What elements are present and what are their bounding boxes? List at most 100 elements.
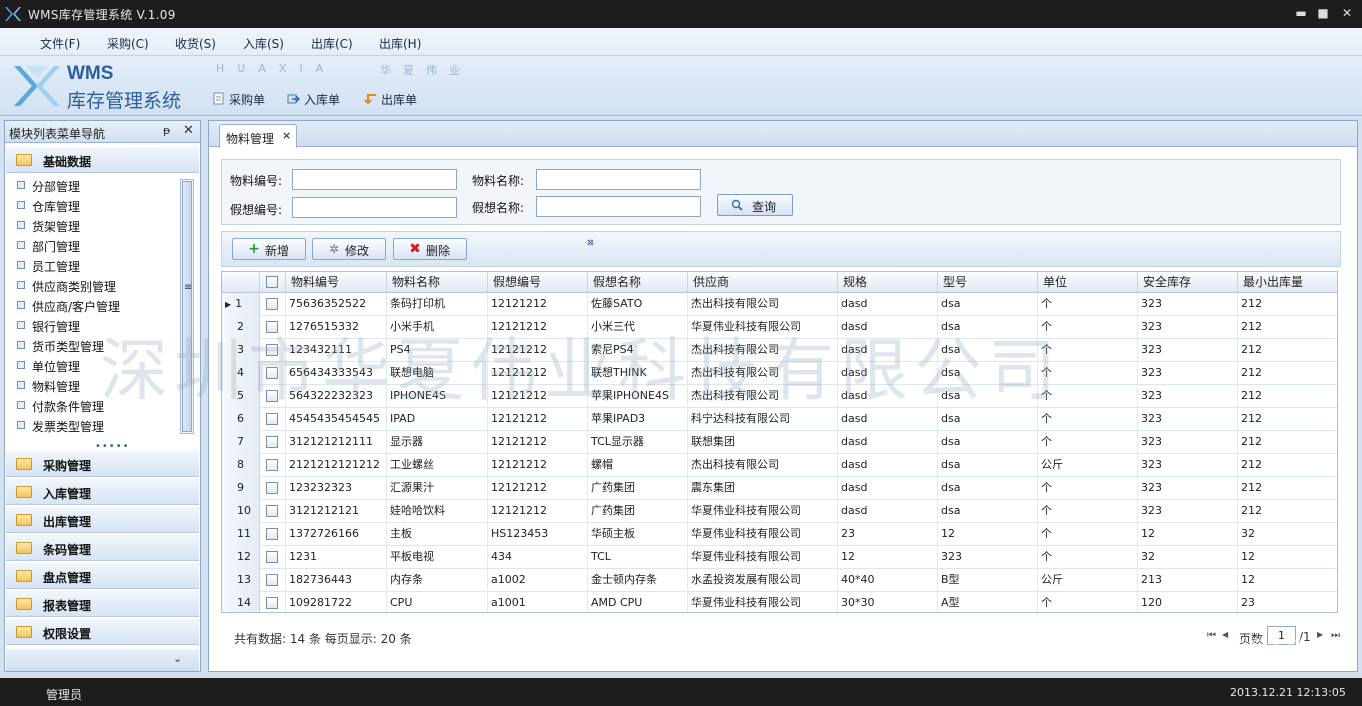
sidebar-group-basic-data[interactable]: 基础数据 [6,147,199,173]
cell-supplier: 联想集团 [688,431,838,454]
row-number-value: 8 [237,458,244,471]
cell-safety-stock: 213 [1138,569,1238,592]
query-button[interactable]: 查询 [717,194,793,216]
select-all-checkbox[interactable] [266,276,278,288]
sidebar-group-report[interactable]: 报表管理 [6,591,199,617]
minimize-button[interactable]: ▬ [1290,4,1312,22]
row-checkbox[interactable] [266,436,278,448]
row-checkbox[interactable] [266,482,278,494]
folder-icon [16,154,32,166]
chevron-down-icon[interactable]: ⌄ [173,652,182,665]
row-checkbox[interactable] [266,298,278,310]
sidebar-group-barcode[interactable]: 条码管理 [6,535,199,561]
col-header-supplier[interactable]: 供应商 [688,272,838,293]
cell-unit: 公斤 [1038,569,1138,592]
cell-virtual-code: a1002 [488,569,588,592]
row-checkbox[interactable] [266,413,278,425]
close-window-button[interactable]: ✕ [1336,4,1358,22]
folder-icon [16,598,32,610]
row-checkbox[interactable] [266,597,278,609]
cell-min-outbound: 212 [1238,500,1337,523]
table-row[interactable]: 9 123232323 汇源果汁 12121212 广药集团 震东集团 dasd dsa 个 32… [222,477,1337,500]
material-code-input[interactable] [292,169,457,190]
row-checkbox[interactable] [266,528,278,540]
menu-stock-out-h[interactable]: 出库(H) [379,35,421,52]
sidebar-group-permission[interactable]: 权限设置 [6,619,199,645]
toolbar-marker-icon: ⊠ [587,238,594,247]
sidebar-group-stock-in[interactable]: 入库管理 [6,479,199,505]
col-header-min-outbound[interactable]: 最小出库量 [1238,272,1337,293]
maximize-button[interactable]: ■ [1312,4,1334,22]
delete-button[interactable]: ✖ 删除 [393,238,467,260]
row-checkbox[interactable] [266,459,278,471]
cell-supplier: 华夏伟业科技有限公司 [688,546,838,569]
cell-model: dsa [938,477,1038,500]
cell-virtual-code: 12121212 [488,431,588,454]
menu-stock-in[interactable]: 入库(S) [243,35,284,52]
col-header-virtual-code[interactable]: 假想编号 [488,272,588,293]
row-select-cell [260,500,286,523]
table-row[interactable]: 13 182736443 内存条 a1002 金士顿内存条 水孟投资发展有限公司 40*40… [222,569,1337,592]
table-row[interactable]: ▶ 1 75636352522 条码打印机 12121212 佐藤SATO 杰出科技有限公司… [222,293,1337,316]
cell-spec: 40*40 [838,569,938,592]
col-header-virtual-name[interactable]: 假想名称 [588,272,688,293]
tab-strip: 物料管理 × [209,121,1357,148]
row-select-cell [260,546,286,569]
cell-material-code: 3121212121 [286,500,387,523]
table-row[interactable]: 10 3121212121 娃哈哈饮料 12121212 广药集团 华夏伟业科技有限公司 d… [222,500,1337,523]
sidebar-group-purchase[interactable]: 采购管理 [6,451,199,477]
virtual-name-input[interactable] [536,196,701,217]
cell-model: A型 [938,592,1038,612]
cell-material-code: 75636352522 [286,293,387,316]
cell-unit: 个 [1038,592,1138,612]
cell-virtual-name: AMD CPU [588,592,688,612]
pin-icon[interactable]: ᵽ [163,124,170,137]
cell-model: 323 [938,546,1038,569]
cell-min-outbound: 212 [1238,385,1337,408]
folder-icon [16,626,32,638]
cell-supplier: 华夏伟业科技有限公司 [688,500,838,523]
next-page-icon[interactable]: ▶ [1317,630,1323,639]
query-button-label: 查询 [752,200,777,214]
col-header-spec[interactable]: 规格 [838,272,938,293]
menu-purchase[interactable]: 采购(C) [107,35,149,52]
row-number-header [222,272,260,293]
cell-spec: dasd [838,477,938,500]
cell-material-name: 条码打印机 [387,293,488,316]
quick-link-label: 入库单 [304,93,341,107]
row-checkbox[interactable] [266,551,278,563]
col-header-model[interactable]: 型号 [938,272,1038,293]
last-page-icon[interactable]: ⏭ [1331,630,1340,641]
virtual-code-label: 假想编号: [230,203,283,217]
bullet-icon [17,261,25,269]
col-header-material-name[interactable]: 物料名称 [387,272,488,293]
watermark-shop-url: shop1399597304270.1688.com [670,625,1310,671]
tab-close-icon[interactable]: × [282,129,291,142]
row-checkbox[interactable] [266,505,278,517]
add-button[interactable]: + 新增 [232,238,306,260]
table-row[interactable]: 12 1231 平板电视 434 TCL 华夏伟业科技有限公司 12 323 个 32 12 [222,546,1337,569]
edit-button[interactable]: ✲ 修改 [312,238,386,260]
col-header-material-code[interactable]: 物料编号 [286,272,387,293]
table-row[interactable]: 14 109281722 CPU a1001 AMD CPU 华夏伟业科技有限公司 30*3… [222,592,1337,612]
col-header-unit[interactable]: 单位 [1038,272,1138,293]
menu-receive[interactable]: 收货(S) [175,35,216,52]
app-logo-icon [5,7,21,21]
cell-supplier: 杰出科技有限公司 [688,293,838,316]
bullet-icon [17,341,25,349]
cell-model: dsa [938,431,1038,454]
menu-stock-out[interactable]: 出库(C) [311,35,353,52]
sidebar-group-stock-out[interactable]: 出库管理 [6,507,199,533]
table-row[interactable]: 11 1372726166 主板 HS123453 华硕主板 华夏伟业科技有限公司 23 12… [222,523,1337,546]
tab-material-management[interactable]: 物料管理 × [219,124,297,148]
sidebar-close-icon[interactable]: ✕ [183,123,194,138]
table-row[interactable]: 7 312121212111 显示器 12121212 TCL显示器 联想集团 dasd ds… [222,431,1337,454]
menu-file[interactable]: 文件(F) [40,35,80,52]
virtual-code-input[interactable] [292,197,457,218]
col-header-safety-stock[interactable]: 安全库存 [1138,272,1238,293]
cell-virtual-name: TCL显示器 [588,431,688,454]
row-checkbox[interactable] [266,574,278,586]
table-row[interactable]: 8 2121212121212 工业螺丝 12121212 螺帽 杰出科技有限公司 dasd… [222,454,1337,477]
sidebar-group-inventory[interactable]: 盘点管理 [6,563,199,589]
material-name-input[interactable] [536,169,701,190]
